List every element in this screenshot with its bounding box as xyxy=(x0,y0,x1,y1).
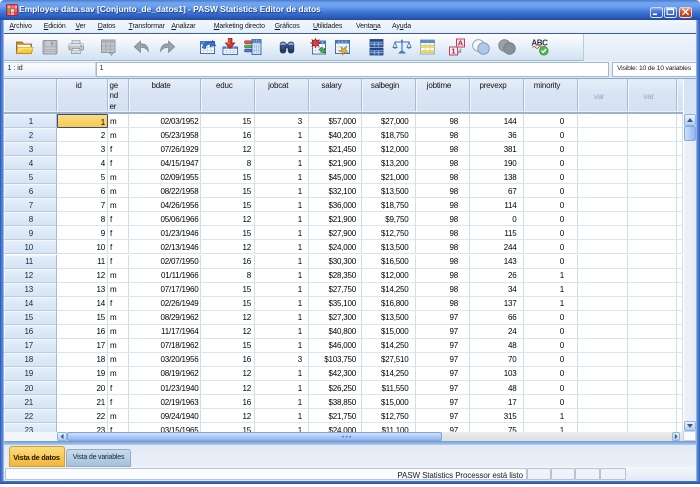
svg-text:ABC: ABC xyxy=(531,39,548,48)
svg-text:A: A xyxy=(458,39,464,48)
svg-text:1: 1 xyxy=(451,47,455,56)
